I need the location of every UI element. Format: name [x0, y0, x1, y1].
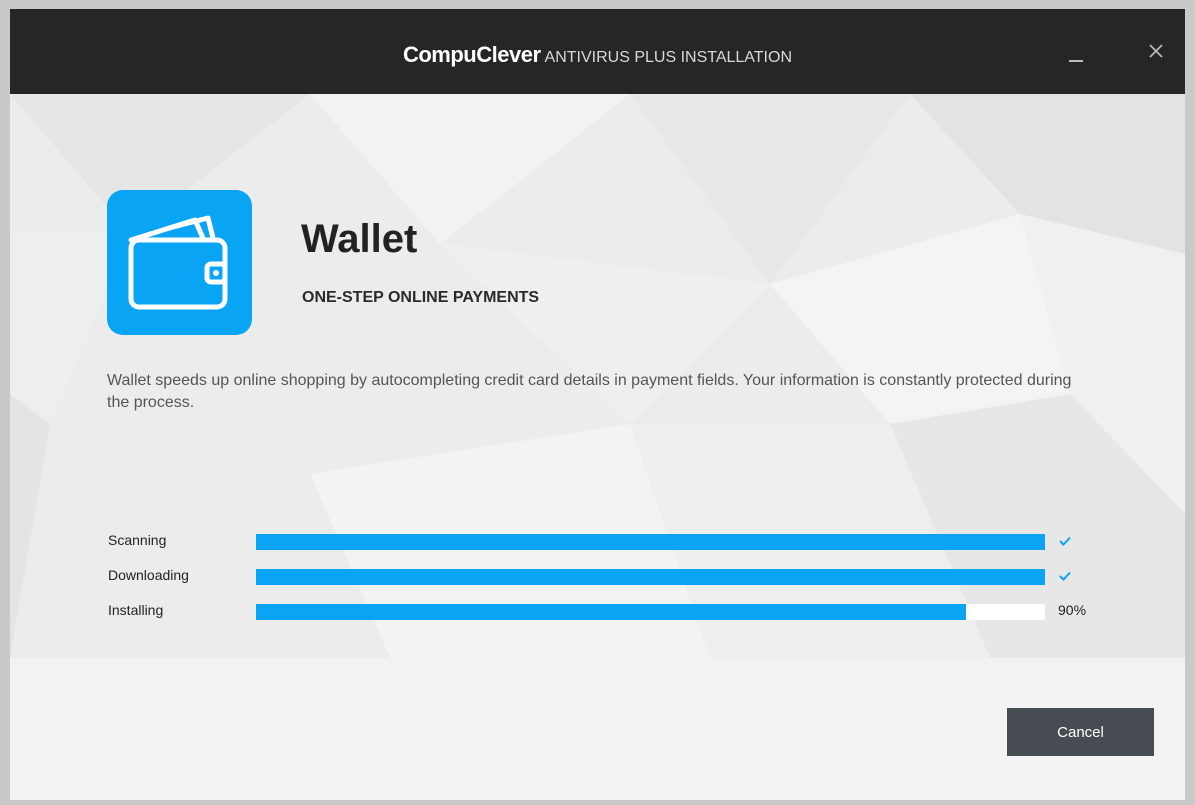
- checkmark-icon: [1059, 571, 1071, 581]
- checkmark-icon: [1059, 536, 1071, 546]
- title-suffix: ANTIVIRUS PLUS INSTALLATION: [544, 49, 792, 66]
- progress-row-downloading: Downloading: [107, 566, 1107, 586]
- close-button[interactable]: [1142, 37, 1172, 67]
- feature-panel: Wallet ONE-STEP ONLINE PAYMENTS Wallet s…: [10, 94, 1185, 658]
- progress-label: Downloading: [108, 567, 189, 583]
- progress-status: [1058, 532, 1072, 547]
- cancel-button[interactable]: Cancel: [1007, 708, 1154, 756]
- title-bar[interactable]: CompuClever ANTIVIRUS PLUS INSTALLATION: [10, 9, 1185, 94]
- feature-description: Wallet speeds up online shopping by auto…: [107, 372, 1072, 411]
- wallet-icon: [128, 215, 228, 310]
- progress-fill: [256, 604, 967, 620]
- footer-bar: Cancel: [10, 658, 1185, 800]
- progress-status: [1058, 567, 1072, 582]
- feature-title: Wallet: [301, 217, 418, 261]
- brand-name: CompuClever: [402, 42, 541, 67]
- close-icon: [1149, 44, 1163, 58]
- progress-row-scanning: Scanning: [107, 531, 1107, 551]
- progress-row-installing: Installing 90%: [107, 601, 1107, 621]
- minimize-icon: [1069, 60, 1083, 62]
- progress-label: Installing: [108, 602, 164, 618]
- window-title: CompuClever ANTIVIRUS PLUS INSTALLATION: [10, 42, 1185, 68]
- progress-percent: 90%: [1058, 602, 1087, 618]
- wallet-app-icon: [107, 190, 252, 335]
- progress-bar: [256, 534, 1045, 550]
- feature-tagline: ONE-STEP ONLINE PAYMENTS: [302, 289, 540, 306]
- progress-bar: [256, 604, 1045, 620]
- progress-label: Scanning: [108, 532, 167, 548]
- progress-fill: [256, 569, 1045, 585]
- minimize-button[interactable]: [1062, 39, 1092, 69]
- progress-bar: [256, 569, 1045, 585]
- installer-window: CompuCleverANTIVIRUS PLUS INSTALLATION: [10, 9, 1185, 800]
- progress-fill: [256, 534, 1045, 550]
